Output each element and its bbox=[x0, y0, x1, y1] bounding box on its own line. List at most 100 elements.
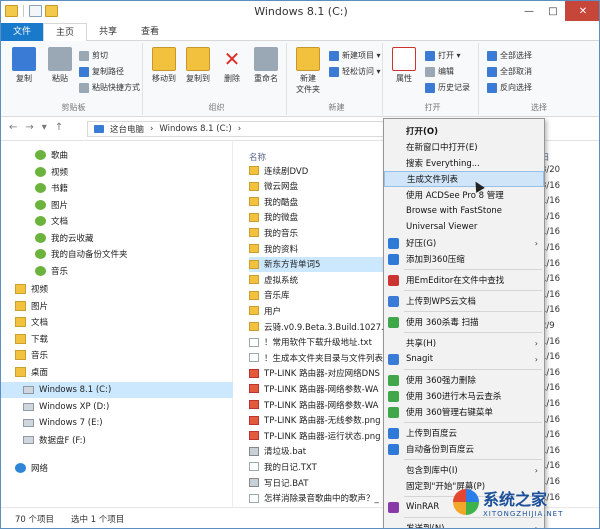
sidebar-item[interactable]: 数据盘F (F:) bbox=[23, 432, 223, 448]
sidebar-item[interactable]: Windows 7 (E:) bbox=[23, 415, 223, 431]
context-menu-item[interactable]: 使用 360进行木马云查杀 bbox=[384, 388, 544, 404]
file-row[interactable]: 虚拟系统 bbox=[249, 272, 394, 287]
file-row[interactable]: 我的微盘 bbox=[249, 210, 394, 225]
context-menu-item[interactable]: 好压(G) › bbox=[384, 235, 544, 251]
context-menu-item[interactable]: 用EmEditor在文件中查找 bbox=[384, 272, 544, 288]
sidebar-item[interactable]: 桌面 bbox=[15, 364, 215, 380]
context-menu-item[interactable]: 生成文件列表 bbox=[384, 171, 544, 187]
sidebar-item[interactable]: 图片 bbox=[35, 197, 235, 213]
breadcrumb-this-pc[interactable]: 这台电脑 bbox=[110, 123, 144, 135]
copy-path-button[interactable]: 复制路径 bbox=[79, 65, 124, 78]
context-menu-item[interactable]: Snagit › bbox=[384, 351, 544, 367]
context-menu-item[interactable]: 使用 360杀毒 扫描 bbox=[384, 314, 544, 330]
open-button[interactable]: 打开 ▾ bbox=[425, 49, 461, 62]
cut-button[interactable]: 剪切 bbox=[79, 49, 108, 62]
context-menu-item[interactable]: 添加到360压缩 bbox=[384, 251, 544, 267]
file-row[interactable]: 音乐库 bbox=[249, 288, 394, 303]
sidebar-item[interactable]: 歌曲 bbox=[35, 147, 235, 163]
context-menu-item[interactable]: 打开(O) bbox=[384, 123, 544, 139]
sidebar-item[interactable]: Windows XP (D:) bbox=[23, 399, 223, 415]
sidebar-item[interactable]: 网络 bbox=[15, 460, 215, 476]
file-row[interactable]: 怎样消除录音歌曲中的歌声？_ bbox=[249, 491, 394, 506]
copy-button[interactable]: 复制 bbox=[7, 47, 41, 84]
file-row[interactable]: 用户 bbox=[249, 303, 394, 318]
context-menu-item[interactable]: 使用 360管理右键菜单 bbox=[384, 404, 544, 420]
sidebar-item-label: 网络 bbox=[31, 464, 49, 474]
context-menu-item[interactable]: 自动备份到百度云 bbox=[384, 441, 544, 457]
sidebar-item[interactable]: 文档 bbox=[15, 314, 215, 330]
file-row[interactable]: TP-LINK 路由器-网络参数-WA bbox=[249, 381, 394, 396]
breadcrumb-drive[interactable]: Windows 8.1 (C:) bbox=[159, 124, 231, 134]
close-button[interactable]: ✕ bbox=[565, 1, 599, 21]
context-menu-item[interactable]: 包含到库中(I) › bbox=[384, 462, 544, 478]
sidebar-item[interactable]: 文档 bbox=[35, 213, 235, 229]
tab-view[interactable]: 查看 bbox=[129, 23, 171, 41]
sidebar-item[interactable]: 下载 bbox=[15, 331, 215, 347]
select-all-button[interactable]: 全部选择 bbox=[487, 49, 532, 62]
history-button[interactable]: 历史记录 bbox=[425, 81, 470, 94]
file-row[interactable]: 我的音乐 bbox=[249, 225, 394, 240]
context-menu-item[interactable]: 上传到WPS云文档 bbox=[384, 293, 544, 309]
recent-button[interactable]: ▾ bbox=[42, 122, 47, 133]
paste-button[interactable]: 粘贴 bbox=[43, 47, 77, 84]
column-header-name[interactable]: 名称 bbox=[249, 151, 266, 163]
sidebar-item[interactable]: 视频 bbox=[35, 164, 235, 180]
breadcrumb-separator[interactable]: › bbox=[238, 124, 241, 134]
context-menu-item[interactable]: 使用 ACDSee Pro 8 管理 bbox=[384, 187, 544, 203]
address-bar[interactable]: 这台电脑 › Windows 8.1 (C:) › bbox=[87, 121, 387, 137]
file-row[interactable]: 云骑.v0.9.Beta.3.Build.1027.(免 bbox=[249, 319, 394, 334]
minimize-button[interactable]: — bbox=[517, 1, 541, 21]
breadcrumb-separator[interactable]: › bbox=[150, 124, 153, 134]
sidebar-item[interactable]: Windows 8.1 (C:) bbox=[1, 382, 233, 398]
select-none-button[interactable]: 全部取消 bbox=[487, 65, 532, 78]
file-row[interactable]: 写日记.BAT bbox=[249, 475, 394, 490]
file-row[interactable]: 我的资料 bbox=[249, 241, 394, 256]
file-row[interactable]: 微云网盘 bbox=[249, 179, 394, 194]
sidebar-item[interactable]: 音乐 bbox=[35, 263, 235, 279]
sidebar-item[interactable]: 音乐 bbox=[15, 347, 215, 363]
invert-selection-button[interactable]: 反向选择 bbox=[487, 81, 532, 94]
sidebar-item[interactable]: 书籍 bbox=[35, 180, 235, 196]
context-menu-item[interactable]: 使用 360强力删除 bbox=[384, 372, 544, 388]
context-menu-item[interactable]: 在新窗口中打开(E) bbox=[384, 139, 544, 155]
properties-button[interactable]: 属性 bbox=[387, 47, 421, 84]
copy-to-button[interactable]: 复制到 bbox=[181, 47, 215, 84]
sidebar-item[interactable]: 视频 bbox=[15, 281, 215, 297]
file-row[interactable]: ！生成本文件夹目录与文件列表 bbox=[249, 350, 394, 365]
delete-button[interactable]: ✕ 删除 bbox=[215, 47, 249, 84]
paste-shortcut-button[interactable]: 粘贴快捷方式 bbox=[79, 81, 140, 94]
file-row[interactable]: 我的日记.TXT bbox=[249, 459, 394, 474]
file-row[interactable]: ！常用软件下载升级地址.txt bbox=[249, 335, 394, 350]
folder-icon bbox=[249, 322, 259, 331]
move-to-button[interactable]: 移动到 bbox=[147, 47, 181, 84]
back-button[interactable]: ← bbox=[9, 122, 17, 133]
file-row[interactable]: TP-LINK 路由器-对应网络DNS bbox=[249, 366, 394, 381]
context-menu-item[interactable]: Universal Viewer bbox=[384, 219, 544, 235]
file-row[interactable]: TP-LINK 路由器-运行状态.png bbox=[249, 428, 394, 443]
maximize-button[interactable]: □ bbox=[541, 1, 565, 21]
context-menu-item[interactable]: 共享(H) › bbox=[384, 335, 544, 351]
context-menu-item[interactable]: 上传到百度云 bbox=[384, 425, 544, 441]
edit-button[interactable]: 编辑 bbox=[425, 65, 454, 78]
file-row[interactable]: TP-LINK 路由器-网络参数-WA bbox=[249, 397, 394, 412]
sidebar-item[interactable]: 我的云收藏 bbox=[35, 230, 235, 246]
file-row[interactable]: 我的酷盘 bbox=[249, 194, 394, 209]
rename-button[interactable]: 重命名 bbox=[249, 47, 283, 84]
sidebar-item[interactable]: 图片 bbox=[15, 298, 215, 314]
new-folder-button[interactable]: 新建 文件夹 bbox=[291, 47, 325, 95]
context-menu-item[interactable]: 搜索 Everything... bbox=[384, 155, 544, 171]
file-row[interactable]: 清垃圾.bat bbox=[249, 444, 394, 459]
forward-button[interactable]: → bbox=[25, 122, 33, 133]
file-row[interactable]: 连续剧DVD bbox=[249, 163, 394, 178]
file-row[interactable]: 新东方背单词5 bbox=[249, 256, 394, 272]
tab-share[interactable]: 共享 bbox=[87, 23, 129, 41]
sidebar-item[interactable]: 我的自动备份文件夹 bbox=[35, 246, 235, 262]
tab-file[interactable]: 文件 bbox=[1, 23, 44, 41]
file-name: ！生成本文件夹目录与文件列表 bbox=[264, 353, 384, 364]
file-row[interactable]: TP-LINK 路由器-无线参数.png bbox=[249, 413, 394, 428]
tab-home[interactable]: 主页 bbox=[43, 23, 88, 42]
context-menu-item[interactable]: Browse with FastStone bbox=[384, 203, 544, 219]
easy-access-button[interactable]: 轻松访问 ▾ bbox=[329, 65, 381, 78]
new-item-button[interactable]: 新建项目 ▾ bbox=[329, 49, 381, 62]
up-button[interactable]: ↑ bbox=[55, 122, 63, 133]
